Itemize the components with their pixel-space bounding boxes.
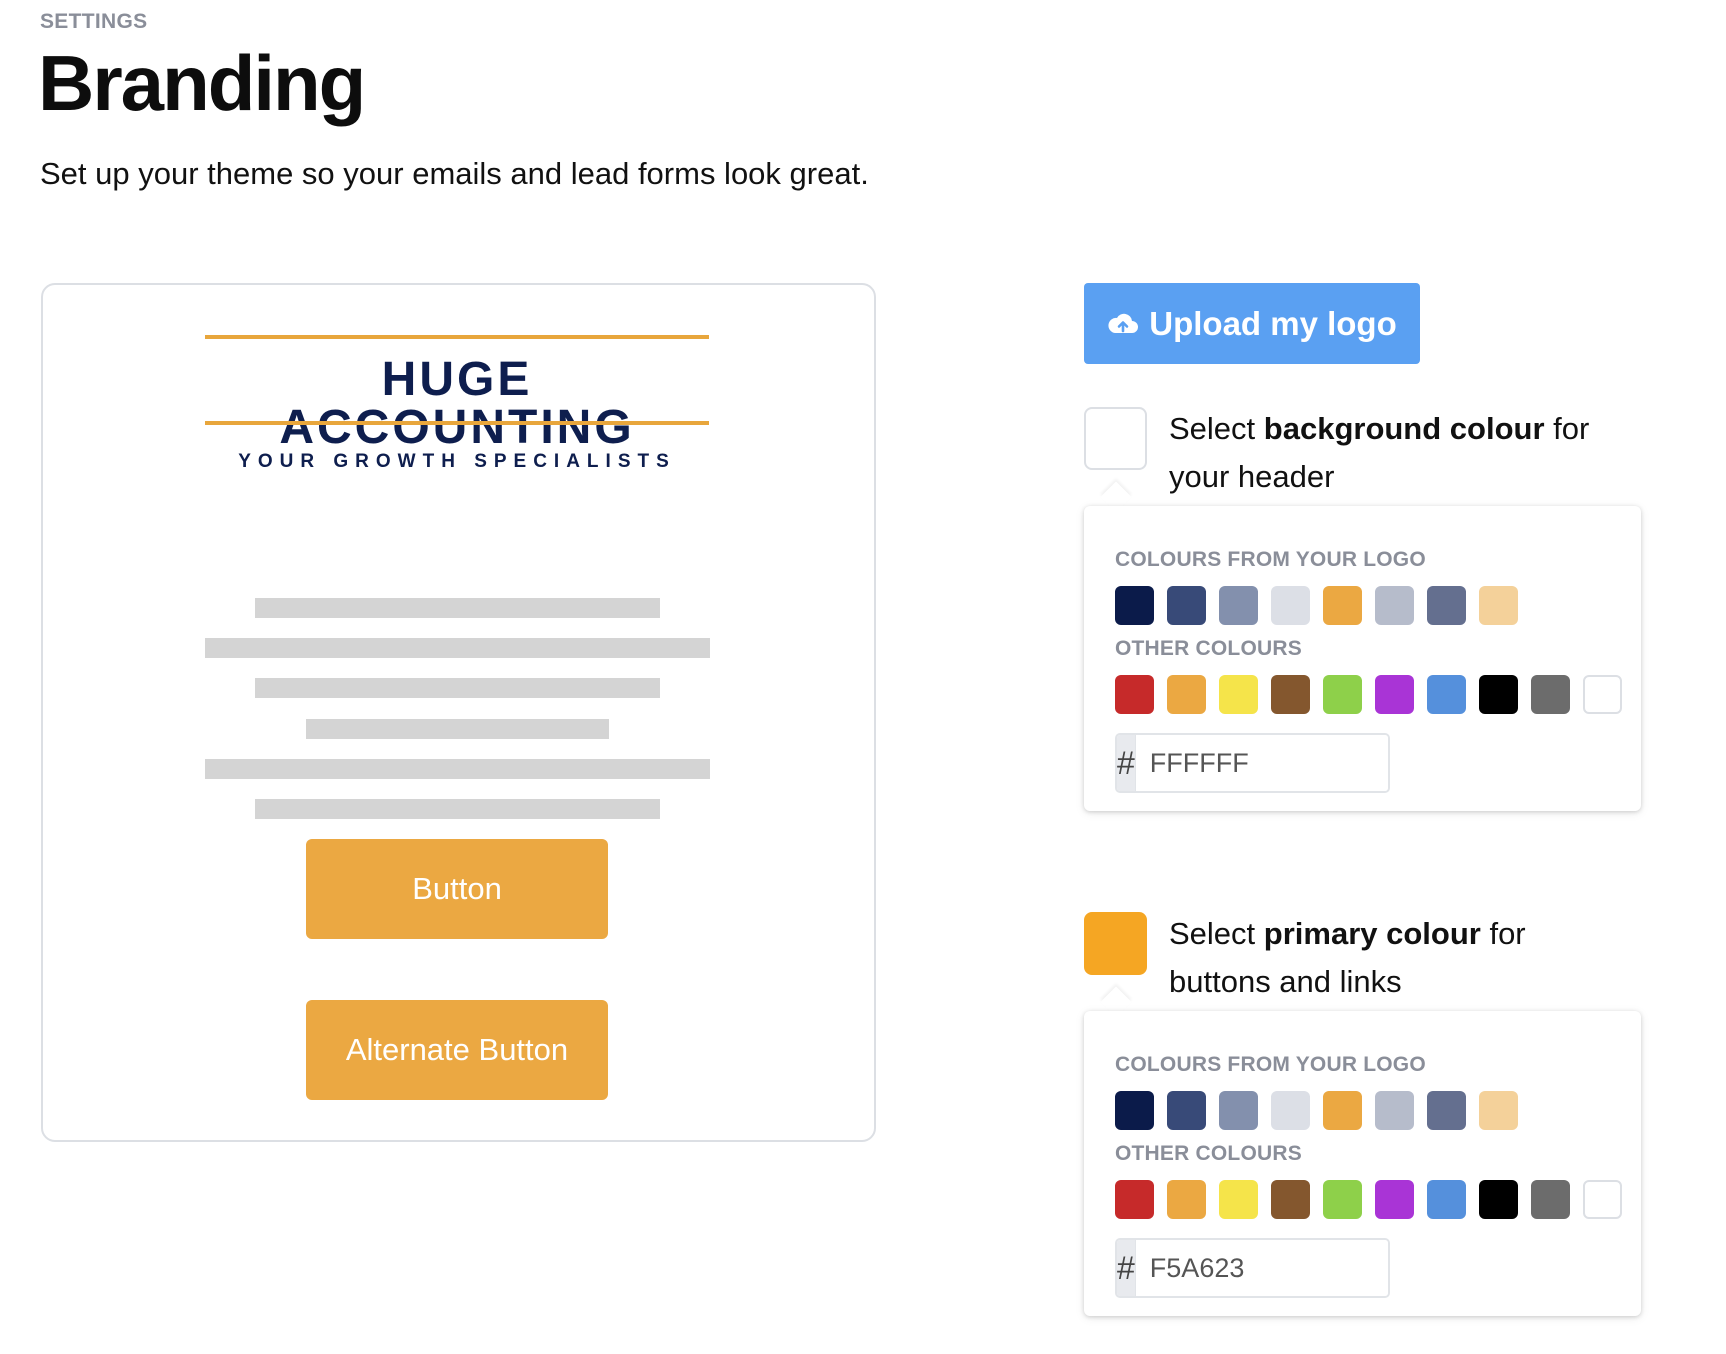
other-colour-swatch[interactable] (1479, 675, 1518, 714)
hex-colour-field: # (1115, 1238, 1390, 1298)
logo-rule-top (205, 335, 709, 339)
logo-colour-swatch[interactable] (1427, 586, 1466, 625)
hex-colour-input[interactable] (1135, 1240, 1388, 1296)
other-colour-swatch[interactable] (1115, 675, 1154, 714)
background-colour-picker: COLOURS FROM YOUR LOGO OTHER COLOURS # (1084, 506, 1641, 811)
logo-tagline: YOUR GROWTH SPECIALISTS (238, 451, 676, 472)
primary-colour-swatch[interactable] (1084, 912, 1147, 975)
logo-colour-swatch[interactable] (1115, 1091, 1154, 1130)
hex-prefix: # (1117, 735, 1136, 791)
logo-colour-swatch[interactable] (1167, 586, 1206, 625)
placeholder-text-line (255, 678, 660, 698)
logo-rule-bottom (205, 421, 709, 425)
logo-colour-swatch[interactable] (1271, 1091, 1310, 1130)
logo-colours-label: COLOURS FROM YOUR LOGO (1115, 548, 1426, 571)
logo-company-name: HUGE ACCOUNTING (279, 353, 635, 454)
upload-logo-label: Upload my logo (1149, 304, 1397, 342)
page-eyebrow: SETTINGS (40, 10, 148, 33)
other-colour-swatch[interactable] (1375, 1180, 1414, 1219)
placeholder-text-line (255, 598, 660, 618)
preview-alternate-button: Alternate Button (306, 1000, 608, 1100)
logo-colour-swatch[interactable] (1219, 586, 1258, 625)
other-colour-swatch[interactable] (1583, 675, 1622, 714)
logo-colours-row (1115, 586, 1518, 625)
background-colour-label: Select background colour for your header (1169, 411, 1590, 494)
logo-colour-swatch[interactable] (1375, 1091, 1414, 1130)
other-colour-swatch[interactable] (1531, 675, 1570, 714)
preview-button: Button (306, 839, 608, 939)
other-colour-swatch[interactable] (1271, 675, 1310, 714)
other-colours-row (1115, 675, 1622, 714)
logo-colour-swatch[interactable] (1167, 1091, 1206, 1130)
cloud-upload-icon (1108, 313, 1139, 333)
other-colour-swatch[interactable] (1375, 675, 1414, 714)
other-colour-swatch[interactable] (1427, 675, 1466, 714)
placeholder-text-line (306, 719, 609, 739)
logo-colour-swatch[interactable] (1427, 1091, 1466, 1130)
other-colour-swatch[interactable] (1271, 1180, 1310, 1219)
other-colours-row (1115, 1180, 1622, 1219)
placeholder-text-line (205, 638, 710, 658)
primary-colour-label: Select primary colour for buttons and li… (1169, 916, 1526, 999)
other-colour-swatch[interactable] (1167, 675, 1206, 714)
upload-logo-button[interactable]: Upload my logo (1084, 283, 1420, 364)
logo-colour-swatch[interactable] (1219, 1091, 1258, 1130)
hex-prefix: # (1117, 1240, 1136, 1296)
placeholder-text-line (255, 799, 660, 819)
logo-colour-swatch[interactable] (1323, 586, 1362, 625)
logo-colour-swatch[interactable] (1115, 586, 1154, 625)
other-colour-swatch[interactable] (1323, 1180, 1362, 1219)
other-colours-label: OTHER COLOURS (1115, 1142, 1302, 1165)
other-colour-swatch[interactable] (1583, 1180, 1622, 1219)
other-colour-swatch[interactable] (1219, 675, 1258, 714)
other-colour-swatch[interactable] (1167, 1180, 1206, 1219)
logo-colours-label: COLOURS FROM YOUR LOGO (1115, 1053, 1426, 1076)
logo-colour-swatch[interactable] (1375, 586, 1414, 625)
logo-colour-swatch[interactable] (1479, 1091, 1518, 1130)
primary-colour-picker: COLOURS FROM YOUR LOGO OTHER COLOURS # (1084, 1011, 1641, 1316)
logo-colour-swatch[interactable] (1323, 1091, 1362, 1130)
hex-colour-input[interactable] (1135, 735, 1388, 791)
other-colours-label: OTHER COLOURS (1115, 637, 1302, 660)
other-colour-swatch[interactable] (1219, 1180, 1258, 1219)
other-colour-swatch[interactable] (1531, 1180, 1570, 1219)
other-colour-swatch[interactable] (1115, 1180, 1154, 1219)
other-colour-swatch[interactable] (1427, 1180, 1466, 1219)
page-subtitle: Set up your theme so your emails and lea… (40, 156, 869, 191)
page-title: Branding (38, 39, 366, 127)
hex-colour-field: # (1115, 733, 1390, 793)
other-colour-swatch[interactable] (1323, 675, 1362, 714)
other-colour-swatch[interactable] (1479, 1180, 1518, 1219)
logo-colour-swatch[interactable] (1479, 586, 1518, 625)
placeholder-text-line (205, 759, 710, 779)
background-colour-swatch[interactable] (1084, 407, 1147, 470)
logo-colours-row (1115, 1091, 1518, 1130)
logo-colour-swatch[interactable] (1271, 586, 1310, 625)
